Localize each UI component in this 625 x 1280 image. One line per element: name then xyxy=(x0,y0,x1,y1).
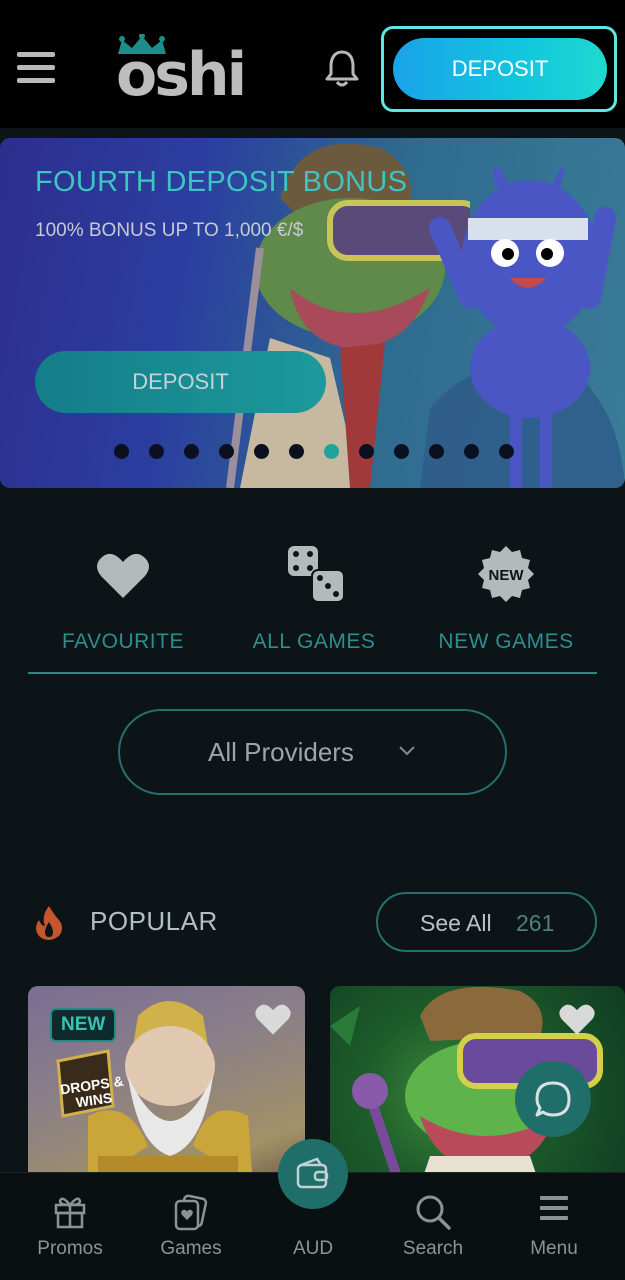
carousel-dot[interactable] xyxy=(464,444,479,459)
banner-deposit-button[interactable]: DEPOSIT xyxy=(35,351,326,413)
carousel-dot[interactable] xyxy=(149,444,164,459)
providers-dropdown[interactable]: All Providers xyxy=(118,709,507,795)
see-all-label: See All xyxy=(420,910,492,936)
nav-label: Games xyxy=(160,1238,222,1259)
carousel-dots xyxy=(114,444,514,460)
see-all-button[interactable]: See All 261 xyxy=(376,892,597,952)
banner-title: FOURTH DEPOSIT BONUS xyxy=(35,166,408,198)
top-header: oshi DEPOSIT xyxy=(0,0,625,128)
carousel-dot[interactable] xyxy=(394,444,409,459)
tab-label: FAVOURITE xyxy=(62,630,184,653)
favourite-heart-icon[interactable] xyxy=(254,1002,292,1036)
chat-bubble-icon xyxy=(535,1081,571,1117)
nav-aud-wallet[interactable]: AUD xyxy=(258,1139,368,1280)
nav-label: Menu xyxy=(530,1238,578,1259)
nav-label: Search xyxy=(402,1238,464,1259)
tab-favourite[interactable]: FAVOURITE xyxy=(33,550,213,660)
tab-label: ALL GAMES xyxy=(252,630,376,653)
new-badge: NEW xyxy=(50,1008,117,1042)
carousel-dot[interactable] xyxy=(184,444,199,459)
live-chat-button[interactable] xyxy=(515,1061,591,1137)
carousel-dot[interactable] xyxy=(114,444,129,459)
fire-icon xyxy=(36,906,62,940)
see-all-count: 261 xyxy=(516,910,555,936)
wallet-button-circle xyxy=(278,1139,348,1209)
nav-promos[interactable]: Promos xyxy=(15,1173,125,1280)
nav-menu[interactable]: Menu xyxy=(499,1173,609,1280)
game-card-gates-of-olympus[interactable]: NEW DROPS & WINS xyxy=(28,986,305,1186)
blue-rabbit-character-art xyxy=(420,168,625,488)
carousel-dot[interactable] xyxy=(359,444,374,459)
nav-label: Promos xyxy=(37,1238,103,1259)
dice-icon xyxy=(288,546,345,603)
gift-icon xyxy=(54,1197,86,1229)
carousel-dot-active[interactable] xyxy=(324,444,339,459)
tab-all-games[interactable]: ALL GAMES xyxy=(224,546,404,660)
hamburger-menu-icon[interactable] xyxy=(17,52,55,88)
promo-banner[interactable]: FOURTH DEPOSIT BONUS 100% BONUS UP TO 1,… xyxy=(0,138,625,488)
carousel-dot[interactable] xyxy=(254,444,269,459)
nav-games[interactable]: Games xyxy=(136,1173,246,1280)
favourite-heart-icon[interactable] xyxy=(558,1002,596,1036)
tab-new-games[interactable]: NEW NEW GAMES xyxy=(416,546,596,660)
new-badge-icon: NEW xyxy=(478,546,534,602)
carousel-dot[interactable] xyxy=(429,444,444,459)
cards-icon xyxy=(174,1194,208,1231)
carousel-dot[interactable] xyxy=(289,444,304,459)
notification-bell-icon[interactable] xyxy=(323,48,361,88)
svg-text:NEW: NEW xyxy=(489,567,525,584)
nav-search[interactable]: Search xyxy=(378,1173,488,1280)
oshi-logo[interactable]: oshi xyxy=(110,34,255,110)
tab-label: NEW GAMES xyxy=(438,630,574,653)
banner-subtitle: 100% BONUS UP TO 1,000 €/$ xyxy=(35,220,304,241)
logo-text: oshi xyxy=(116,40,247,110)
providers-label: All Providers xyxy=(208,737,354,767)
carousel-dot[interactable] xyxy=(499,444,514,459)
popular-section-title: POPULAR xyxy=(90,906,218,936)
menu-icon xyxy=(540,1196,568,1220)
deposit-button[interactable]: DEPOSIT xyxy=(393,38,607,100)
heart-icon xyxy=(97,553,149,598)
tabs-divider xyxy=(28,672,597,674)
search-icon xyxy=(416,1195,451,1230)
nav-label: AUD xyxy=(292,1238,334,1259)
carousel-dot[interactable] xyxy=(219,444,234,459)
chevron-down-icon xyxy=(399,746,415,756)
bottom-navigation: Promos Games AUD Search Menu xyxy=(0,1139,625,1280)
wallet-icon xyxy=(296,1157,329,1189)
